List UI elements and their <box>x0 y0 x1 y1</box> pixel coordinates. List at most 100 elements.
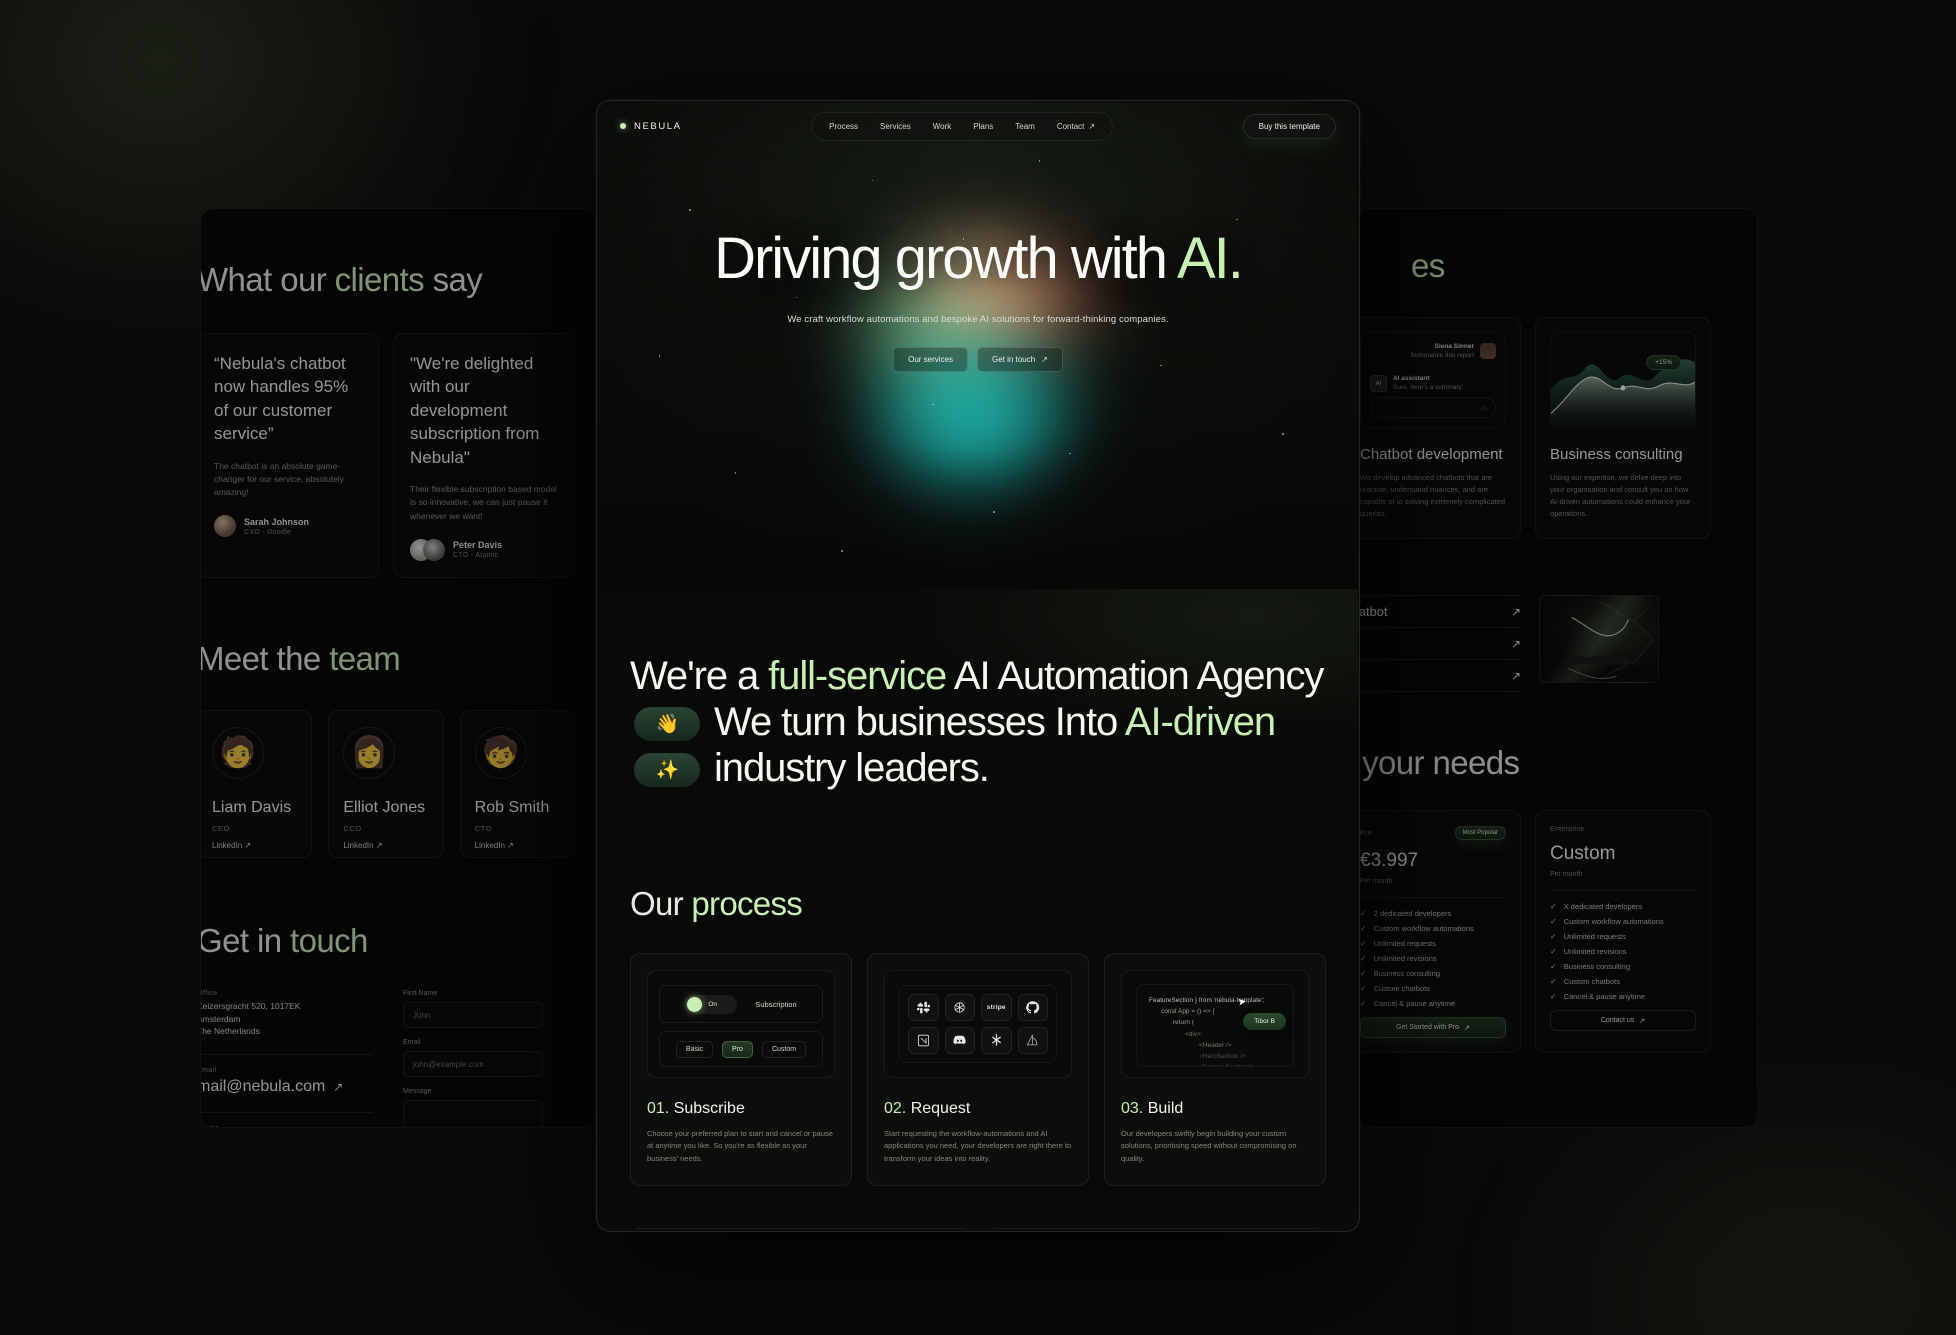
background-panel-left[interactable]: What our clients say “Nebula's chatbot n… <box>200 208 596 1128</box>
send-icon[interactable]: ▷ <box>1482 404 1487 412</box>
process-description: Start requesting the workflow-automation… <box>884 1129 1072 1163</box>
process-card-build[interactable]: FeatureSection } from 'nebula-template';… <box>1104 953 1326 1187</box>
browser-viewport: NEBULA Process Services Work Plans Team … <box>598 102 1358 1230</box>
chat-input[interactable]: ▷ <box>1370 397 1496 418</box>
heading-text: t your needs <box>1358 744 1520 781</box>
process-number: 01. <box>647 1100 670 1117</box>
process-card-request[interactable]: stripe 02. Request Start requesting the … <box>867 953 1089 1187</box>
email-input[interactable]: john@example.com <box>403 1050 543 1077</box>
message-label: Message <box>403 1087 432 1095</box>
heading-text: Our <box>630 885 692 922</box>
nav-item-process[interactable]: Process <box>818 118 869 135</box>
team-member-card[interactable]: 👩 Elliot Jones CCO LinkedIn ↗ <box>328 709 444 858</box>
member-linkedin-link[interactable]: LinkedIn ↗ <box>475 841 560 850</box>
get-in-touch-button[interactable]: Get in touch ↗ <box>977 347 1063 372</box>
collaborator-cursor: Tibor B <box>1243 1013 1286 1030</box>
pricing-card-enterprise[interactable]: Enterprise Custom Per month ✓ X dedicated… <box>1535 810 1711 1053</box>
phone-label: Phone <box>201 1125 373 1127</box>
member-linkedin-link[interactable]: LinkedIn ↗ <box>212 841 297 850</box>
nav-item-plans[interactable]: Plans <box>962 118 1004 135</box>
divider <box>201 1112 373 1114</box>
nav-label: Services <box>880 121 911 131</box>
testimonial-card[interactable]: “Nebula's chatbot now handles 95% of our… <box>201 333 379 578</box>
our-services-button[interactable]: Our services <box>893 347 969 372</box>
plan-option-pro[interactable]: Pro <box>722 1040 753 1058</box>
plan-feature: ✓ Business consulting <box>1360 969 1506 978</box>
subscription-toggle[interactable]: On <box>685 994 738 1014</box>
feature-label: Business consulting <box>1373 969 1440 978</box>
browser-window[interactable]: NEBULA Process Services Work Plans Team … <box>596 100 1360 1232</box>
testimonial-card[interactable]: "We're delighted with our development su… <box>393 333 575 578</box>
process-title-text: Subscribe <box>673 1100 745 1117</box>
nav-item-contact[interactable]: Contact ↗ <box>1046 118 1106 135</box>
plan-feature: ✓ X dedicated developers <box>1550 902 1696 911</box>
process-card-subscribe[interactable]: On Subscription Basic Pro Custom 01. Sub… <box>630 953 852 1187</box>
pricing-heading: t your needs <box>1358 744 1757 782</box>
speed-card[interactable]: Speed <box>630 1228 971 1230</box>
screenshot-stage: What our clients say “Nebula's chatbot n… <box>0 0 1956 1335</box>
team-member-card[interactable]: 🧒 Rob Smith CTO LinkedIn ↗ <box>459 709 575 858</box>
heading-text: Get in <box>200 921 291 959</box>
pricing-card-pro[interactable]: Pro Most Popular €3.997 Per month ✓ 2 ded… <box>1359 810 1521 1053</box>
nav-item-services[interactable]: Services <box>869 118 922 135</box>
member-linkedin-link[interactable]: LinkedIn ↗ <box>343 841 428 850</box>
hero-title-text: Driving growth with <box>714 226 1177 291</box>
growth-chart: +15% <box>1550 332 1696 428</box>
brand-logo[interactable]: NEBULA <box>620 121 682 132</box>
pricing-section: t your needs Pro Most Popular €3.997 Per… <box>1358 744 1757 1053</box>
check-icon: ✓ <box>1550 902 1557 911</box>
email-link[interactable]: mail@nebula.com ↗ <box>201 1078 373 1096</box>
globe-card[interactable] <box>985 1228 1326 1230</box>
growth-badge: +15% <box>1646 355 1681 370</box>
nav-label: Team <box>1015 121 1035 131</box>
chat-ai-text: Sure, here's a summary: <box>1393 384 1464 391</box>
check-icon: ✓ <box>1550 947 1557 956</box>
nav-item-team[interactable]: Team <box>1004 118 1046 135</box>
first-name-label: First Name <box>403 989 438 997</box>
service-card-consulting[interactable]: +15% Business consulting Using our exper… <box>1535 317 1711 539</box>
first-name-input[interactable]: John <box>403 1001 543 1028</box>
contact-form: First Name John Email john@example.com M… <box>403 989 543 1127</box>
message-textarea[interactable] <box>403 1099 543 1127</box>
code-line: <FeatureSection /> <box>1149 1062 1281 1066</box>
process-title: 03. Build <box>1121 1100 1309 1118</box>
work-item-list: chatbot ↗ ↗ ↗ <box>1359 595 1521 692</box>
wave-emoji-pill: 👋 <box>634 707 700 742</box>
contact-us-button[interactable]: Contact us ↗ <box>1550 1010 1696 1031</box>
plan-period: Per month <box>1360 878 1393 885</box>
service-title: Business consulting <box>1550 446 1683 463</box>
background-panel-right[interactable]: es Siena Sinner Summarize this report AI… <box>1358 208 1758 1128</box>
service-card-chatbot[interactable]: Siena Sinner Summarize this report AI AI… <box>1359 317 1521 539</box>
check-icon: ✓ <box>1550 932 1557 941</box>
feature-label: X dedicated developers <box>1563 902 1643 911</box>
sparkles-icon: ✨ <box>655 759 680 781</box>
notion-icon <box>908 1027 939 1054</box>
heading-accent: es <box>1411 247 1445 284</box>
arrow-up-right-icon: ↗ <box>1510 604 1521 619</box>
hero-title-accent: AI. <box>1176 226 1244 291</box>
testimonial-quote: “Nebula's chatbot now handles 95% of our… <box>214 354 349 444</box>
work-list-item[interactable]: chatbot ↗ <box>1359 596 1521 628</box>
sparkle-emoji-pill: ✨ <box>634 753 700 788</box>
contact-section: Get in touch Office Keizersgracht 520, 1… <box>200 921 595 1127</box>
feature-label: Cancel & pause anytime <box>1373 999 1455 1008</box>
mouse-cursor-icon: ➤ <box>1236 996 1247 1009</box>
check-icon: ✓ <box>1550 962 1557 971</box>
work-section: chatbot ↗ ↗ ↗ <box>1359 595 1757 692</box>
chat-ai-message: AI AI assistant Sure, here's a summary: <box>1370 375 1464 392</box>
plan-option-basic[interactable]: Basic <box>675 1040 714 1058</box>
divider <box>1550 890 1696 891</box>
hero-title: Driving growth with AI. <box>598 230 1358 288</box>
service-description: We develop advanced chatbots that are re… <box>1360 473 1506 518</box>
team-member-card[interactable]: 🧑 Liam Davis CEO LinkedIn ↗ <box>201 709 313 858</box>
plan-option-custom[interactable]: Custom <box>761 1040 807 1058</box>
logo-dot-icon <box>620 123 626 129</box>
buy-template-button[interactable]: Buy this template <box>1242 113 1336 139</box>
contact-heading: Get in touch <box>200 921 575 960</box>
nav-item-work[interactable]: Work <box>922 118 963 135</box>
get-started-button[interactable]: Get Started with Pro ↗ <box>1360 1017 1506 1038</box>
check-icon: ✓ <box>1550 992 1557 1001</box>
work-list-item[interactable]: ↗ <box>1359 660 1521 692</box>
work-list-item[interactable]: ↗ <box>1359 628 1521 660</box>
statement-section: We're a full-service AI Automation Agenc… <box>598 589 1358 851</box>
